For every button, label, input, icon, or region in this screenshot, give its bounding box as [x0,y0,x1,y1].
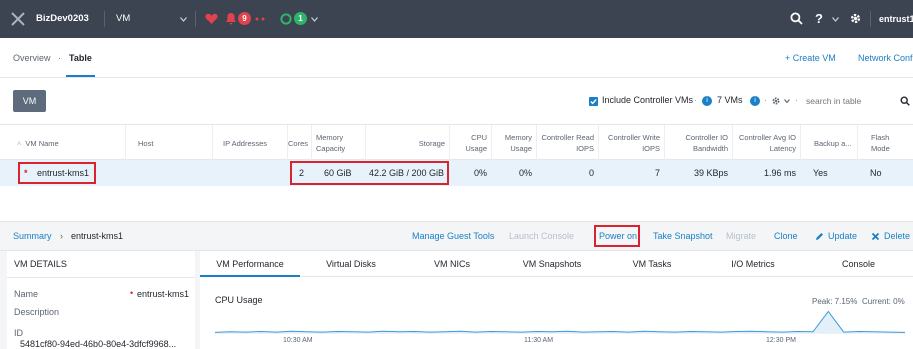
close-icon[interactable] [871,232,880,241]
cpu-usage-chart [214,310,906,334]
highlight-resources [290,161,449,185]
info-icon[interactable]: i [702,96,712,106]
tab-separator: · [58,53,61,63]
gear-icon[interactable] [771,96,781,106]
breadcrumb-summary[interactable]: Summary [13,221,52,251]
x-tick-label: 11:30 AM [524,337,554,344]
user-menu[interactable]: entrust1 [879,0,913,38]
col-controller-avg-io-latency[interactable]: Controller Avg IO Latency [732,125,800,161]
col-cpu-usage[interactable]: CPU Usage [449,125,491,161]
highlight-power-on [594,225,640,247]
tab-overview[interactable]: Overview [13,38,51,78]
create-vm-button[interactable]: + Create VM [785,38,836,78]
controller-write-cell: 7 [654,168,660,178]
backup-cell: Yes [813,168,828,178]
active-tab-underline [66,75,95,77]
x-tick-label: 10:30 AM [283,337,313,344]
delete-button[interactable]: Delete [884,221,910,251]
description-label: Description [14,307,60,317]
highlight-vm-name [18,162,96,184]
pencil-icon[interactable] [815,232,824,241]
x-tick-label: 12:30 PM [766,337,796,344]
clone-button[interactable]: Clone [774,221,798,251]
flash-mode-cell: No [870,168,882,178]
vm-table-header: ˄ VM Name Host IP Addresses Cores Memory… [0,124,913,161]
divider [870,11,871,27]
col-ip-addresses[interactable]: IP Addresses [212,125,287,161]
col-controller-read-iops[interactable]: Controller Read IOPS [536,125,598,161]
vm-filter-button[interactable]: VM [13,90,46,112]
toolbar-separator: · [694,95,697,105]
divider [104,11,105,27]
status-circle-icon[interactable] [280,13,292,25]
include-controller-label[interactable]: Include Controller VMs [602,95,693,105]
toolbar-separator: · [795,95,798,105]
controller-io-cell: 39 KBps [693,168,728,178]
divider [7,277,195,278]
controller-latency-cell: 1.96 ms [763,168,796,178]
include-controller-checkbox[interactable] [589,97,598,106]
name-marker: • [130,288,134,298]
task-count-badge[interactable]: 1 [294,12,307,25]
search-icon[interactable] [790,12,803,25]
update-button[interactable]: Update [828,221,857,251]
top-navigation-bar: BizDev0203 VM 9 1 ? entrust1 [0,0,913,38]
chevron-down-icon[interactable] [832,17,839,22]
id-value: 5481cf80-94ed-46b0-80e4-3dfcf9968... [20,339,177,349]
col-host[interactable]: Host [125,125,212,161]
col-controller-write-iops[interactable]: Controller Write IOPS [598,125,664,161]
cpu-usage-cell: 0% [473,168,487,178]
chevron-down-icon[interactable] [311,17,318,22]
vm-actions-bar: Summary › entrust-kms1 Manage Guest Tool… [0,221,913,251]
toolbar-separator: · [764,95,767,105]
network-config-button[interactable]: Network Confi [858,38,913,78]
close-icon[interactable] [10,11,26,27]
table-row[interactable]: * entrust-kms1 2 60 GiB 42.2 GiB / 200 G… [0,160,913,186]
more-dots-icon[interactable] [255,17,265,21]
search-input[interactable] [806,90,896,112]
cluster-name[interactable]: BizDev0203 [36,0,89,38]
col-memory-usage[interactable]: Memory Usage [491,125,536,161]
alert-count-badge[interactable]: 9 [238,12,251,25]
details-title: VM DETAILS [14,259,67,269]
id-label: ID [14,328,23,338]
divider [195,11,196,27]
vm-details-card: VM DETAILS Name • entrust-kms1 Descripti… [7,251,195,349]
col-controller-io-bandwidth[interactable]: Controller IO Bandwidth [664,125,732,161]
memory-usage-cell: 0% [518,168,532,178]
migrate-button: Migrate [726,231,757,241]
col-flash-mode[interactable]: Flash Mode [857,125,913,161]
breadcrumb-arrow: › [60,231,63,241]
tab-table[interactable]: Table [69,38,92,78]
name-label: Name [14,289,39,299]
cpu-usage-series-line [214,310,906,333]
gear-icon[interactable] [849,12,862,25]
launch-console-button: Launch Console [509,231,575,241]
name-value: entrust-kms1 [137,289,190,299]
col-vm-name[interactable]: ˄ VM Name [0,125,125,161]
info-icon[interactable]: i [750,96,760,106]
col-memory-capacity[interactable]: Memory Capacity [311,125,365,161]
breadcrumb-vm-name: entrust-kms1 [71,231,124,241]
search-icon[interactable] [900,96,910,106]
chevron-down-icon[interactable] [180,17,187,22]
manage-guest-tools-button[interactable]: Manage Guest Tools [412,221,494,251]
cpu-usage-area [215,311,905,333]
col-backup[interactable]: Backup a... [800,125,857,161]
vm-performance-area: VM Performance Virtual Disks VM NICs VM … [200,251,913,349]
heart-icon[interactable] [205,13,218,25]
bell-icon[interactable] [225,12,237,25]
controller-read-cell: 0 [588,168,594,178]
vm-count: 7 VMs [717,95,743,105]
chevron-down-icon[interactable] [784,99,790,103]
help-icon[interactable]: ? [815,0,823,38]
view-tabs-row: Overview · Table + Create VM Network Con… [0,38,913,78]
col-cores[interactable]: Cores [287,125,311,161]
module-menu[interactable]: VM [116,0,130,38]
col-storage[interactable]: Storage [365,125,449,161]
sort-icon: ˄ [17,138,22,148]
take-snapshot-button[interactable]: Take Snapshot [653,221,713,251]
